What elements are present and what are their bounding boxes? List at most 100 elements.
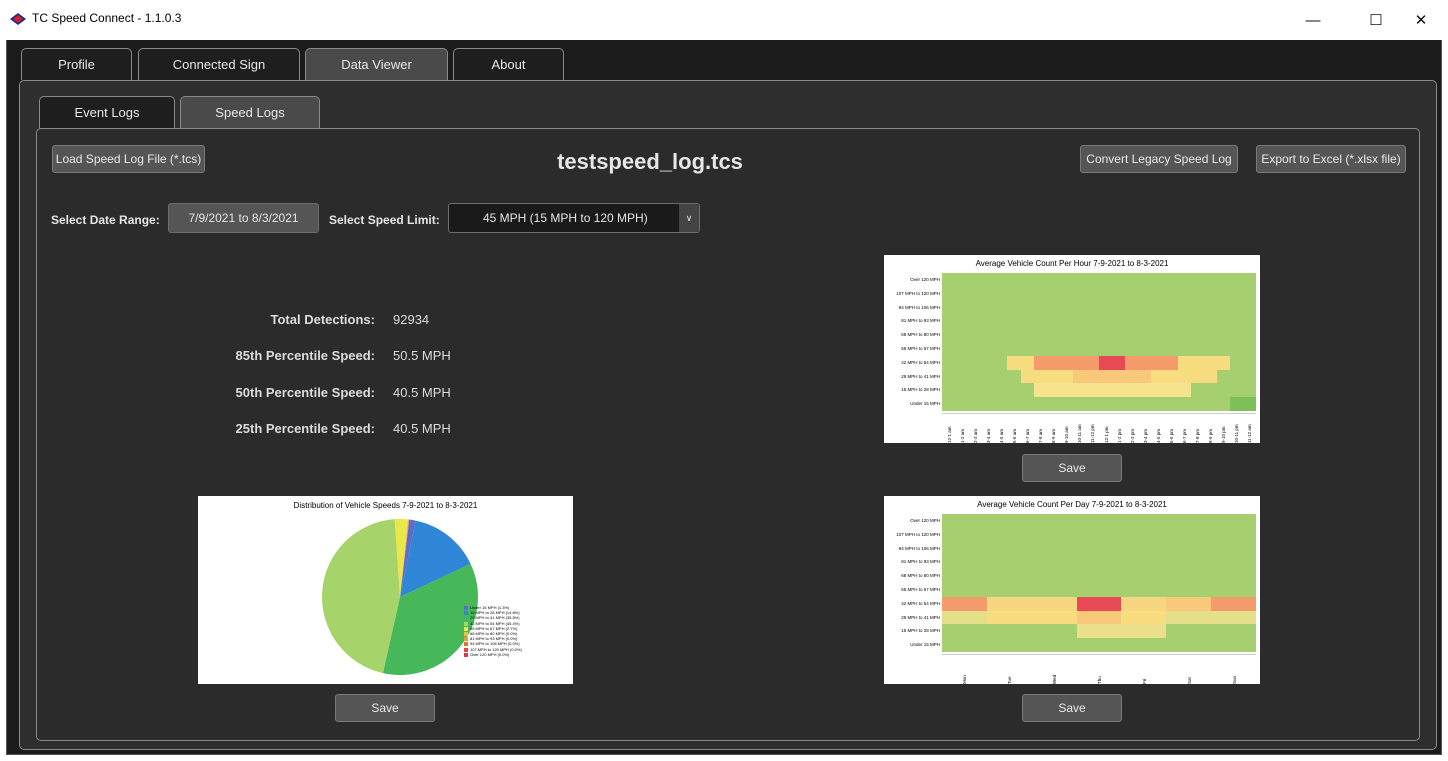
heatmap-cell (1164, 355, 1178, 371)
tab-profile[interactable]: Profile (21, 48, 132, 80)
heatmap-cell (1229, 342, 1244, 357)
heatmap-cell (1151, 314, 1165, 329)
heatmap-x-label: Tue (1007, 676, 1013, 684)
total-detections-value: 92934 (393, 312, 430, 327)
heatmap-cell (1138, 328, 1152, 343)
tab-speed-logs[interactable]: Speed Logs (180, 96, 320, 128)
heatmap-cell (1046, 286, 1061, 302)
heatmap-cell (942, 314, 956, 329)
heatmap-row-label: 94 MPH to 106 MPH (898, 304, 940, 310)
speed-limit-value: 45 MPH (15 MPH to 120 MPH) (483, 211, 648, 225)
heatmap-cell (994, 314, 1008, 329)
tab-connected-sign[interactable]: Connected Sign (138, 48, 300, 80)
save-hourly-button[interactable]: Save (1022, 454, 1122, 482)
heatmap-cell (1085, 300, 1100, 315)
heatmap-cell (1151, 342, 1165, 357)
legend-label: Over 120 MPH (0.0%) (470, 651, 510, 657)
heatmap-cell (1072, 273, 1087, 288)
heatmap-cell (1203, 355, 1218, 371)
heatmap-row-label: Over 120 MPH (910, 518, 940, 523)
heatmap-cell (1216, 369, 1231, 384)
heatmap-cell (955, 314, 969, 329)
heatmap-cell (1203, 328, 1218, 343)
heatmap-cell (1099, 286, 1113, 302)
heatmap-cell (1177, 273, 1192, 288)
heatmap-cell (1121, 624, 1167, 639)
heatmap-cell (968, 328, 982, 343)
heatmap-row-label: Over 120 MPH (910, 277, 940, 282)
heatmap-cell (942, 300, 956, 315)
heatmap-cell (1076, 541, 1122, 556)
heatmap-cell (1138, 342, 1152, 357)
p85-speed-label: 85th Percentile Speed: (235, 348, 375, 363)
heatmap-cell (981, 369, 995, 384)
heatmap-x-label: Mon (962, 675, 968, 684)
close-button[interactable]: ✕ (1398, 0, 1444, 40)
speed-limit-select[interactable]: 45 MPH (15 MPH to 120 MPH) ∨ (448, 203, 700, 233)
maximize-button[interactable]: ☐ (1353, 0, 1399, 40)
heatmap-cell (1211, 541, 1257, 556)
heatmap-cell (1177, 355, 1192, 371)
heatmap-cell (1242, 342, 1257, 357)
heatmap-cell (1099, 383, 1113, 398)
heatmap-x-label: Thu (1097, 676, 1102, 684)
heatmap-cell (1229, 369, 1244, 384)
heatmap-cell (994, 328, 1008, 343)
save-daily-button[interactable]: Save (1022, 694, 1122, 722)
heatmap-cell (1046, 273, 1061, 288)
heatmap-cell (1190, 383, 1205, 398)
heatmap-cell (1099, 273, 1113, 288)
heatmap-cell (942, 624, 988, 639)
heatmap-cell (1166, 555, 1212, 570)
heatmap-cell (1112, 355, 1126, 371)
heatmap-cell (1020, 355, 1035, 371)
heatmap-cell (1229, 397, 1244, 412)
heatmap-cell (986, 583, 1033, 598)
heatmap-row-label: Under 15 MPH (910, 401, 940, 407)
load-speed-log-button[interactable]: Load Speed Log File (*.tcs) (52, 145, 205, 173)
heatmap-cell (1121, 610, 1167, 625)
convert-legacy-button[interactable]: Convert Legacy Speed Log (1080, 145, 1238, 173)
heatmap-cell (986, 569, 1033, 584)
heatmap-cell (994, 383, 1008, 398)
speed-logs-panel: Load Speed Log File (*.tcs) testspeed_lo… (36, 128, 1420, 741)
heatmap-cell (942, 397, 956, 412)
heatmap-cell (1242, 314, 1257, 329)
heatmap-cell (942, 596, 988, 612)
heatmap-cell (981, 383, 995, 398)
heatmap-cell (1151, 286, 1165, 302)
tab-event-logs[interactable]: Event Logs (39, 96, 175, 128)
p25-speed-value: 40.5 MPH (393, 421, 451, 436)
heatmap-cell (1177, 397, 1192, 412)
export-excel-button[interactable]: Export to Excel (*.xlsx file) (1256, 145, 1406, 173)
chevron-down-icon[interactable]: ∨ (679, 204, 699, 232)
heatmap-row-label: 29 MPH to 41 MPH (901, 614, 940, 620)
heatmap-cell (1072, 286, 1087, 302)
heatmap-cell (1085, 342, 1100, 357)
tab-about[interactable]: About (453, 48, 564, 80)
heatmap-cell (1007, 342, 1021, 357)
heatmap-cell (1046, 328, 1061, 343)
heatmap-cell (1190, 355, 1205, 371)
save-pie-button[interactable]: Save (335, 694, 435, 722)
heatmap-cell (942, 527, 988, 543)
heatmap-cell (968, 397, 982, 412)
heatmap-cell (955, 286, 969, 302)
heatmap-cell (1112, 286, 1126, 302)
heatmap-cell (942, 569, 988, 584)
heatmap-cell (1151, 273, 1165, 288)
heatmap-cell (1125, 300, 1139, 315)
heatmap-cell (1059, 397, 1074, 412)
date-range-picker[interactable]: 7/9/2021 to 8/3/2021 (168, 203, 319, 233)
heatmap-cell (1229, 273, 1244, 288)
heatmap-cell (1112, 314, 1126, 329)
heatmap-row-label: 81 MPH to 93 MPH (901, 318, 940, 324)
tab-data-viewer[interactable]: Data Viewer (305, 48, 448, 80)
heatmap-cell (1099, 314, 1113, 329)
heatmap-cell (1033, 397, 1048, 412)
minimize-button[interactable]: — (1290, 0, 1336, 40)
heatmap-cell (1007, 300, 1021, 315)
heatmap-cell (1076, 583, 1122, 598)
heatmap-cell (994, 369, 1008, 384)
heatmap-cell (981, 314, 995, 329)
